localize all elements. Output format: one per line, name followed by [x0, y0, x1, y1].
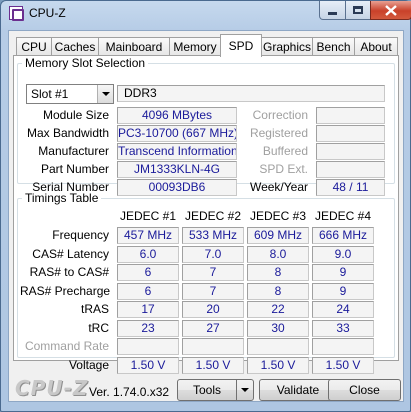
timing-cell: 8 [247, 282, 309, 300]
timing-row-label: RAS# to CAS# [29, 265, 109, 279]
timing-cell: 33 [312, 319, 374, 337]
timing-cell: 9.0 [312, 245, 374, 263]
close-button[interactable]: Close [328, 379, 401, 401]
timings-column-header: JEDEC #3 [249, 209, 307, 223]
max-bandwidth-label: Max Bandwidth [26, 126, 109, 140]
memory-type-field: DDR3 [117, 85, 385, 102]
timing-cell: 457 MHz [117, 227, 179, 244]
cpuz-app-icon [9, 6, 24, 21]
timings-group-title: Timings Table [25, 191, 99, 205]
window-title: CPU-Z [29, 6, 66, 20]
cpuz-logo: CPU-Z [15, 376, 89, 400]
timing-cell [312, 338, 374, 355]
tools-button[interactable]: Tools [177, 379, 254, 401]
timing-row-label: Command Rate [24, 339, 109, 353]
timing-cell: 23 [117, 319, 179, 337]
spd-panel: Memory Slot Selection Slot #1 DDR3 Modul… [13, 55, 399, 374]
tools-button-label: Tools [192, 383, 221, 397]
tab-spd[interactable]: SPD [220, 34, 262, 57]
timing-cell: 22 [247, 301, 309, 318]
maximize-button[interactable] [345, 1, 371, 20]
timing-cell: 8 [247, 264, 309, 281]
spd-ext-value [316, 161, 385, 178]
timing-cell: 8.0 [247, 245, 309, 263]
correction-value [316, 107, 385, 124]
timing-row-label: tRC [88, 320, 109, 335]
title-bar[interactable]: CPU-Z [1, 1, 411, 27]
timings-column-header: JEDEC #2 [184, 209, 242, 223]
timing-row-label: CAS# Latency [32, 246, 109, 261]
timing-cell: 533 MHz [182, 227, 244, 244]
timing-cell: 1.50 V [182, 356, 244, 374]
client-area: CPU Caches Mainboard Memory SPD Graphics… [8, 30, 404, 402]
chevron-down-icon [241, 388, 249, 392]
validate-button[interactable]: Validate [259, 379, 337, 401]
cpuz-window: CPU-Z CPU Caches Mainboard Memory SPD Gr… [0, 0, 411, 412]
spd-ext-label: SPD Ext. [259, 162, 308, 176]
minimize-button[interactable] [319, 1, 346, 20]
buffered-value [316, 143, 385, 160]
timing-cell: 9 [312, 282, 374, 300]
timing-cell: 666 MHz [312, 227, 374, 244]
timing-cell: 9 [312, 264, 374, 281]
memory-slot-group-title: Memory Slot Selection [25, 56, 146, 70]
timing-cell: 7 [182, 282, 244, 300]
timing-cell: 1.50 V [117, 356, 179, 374]
timings-column-header: JEDEC #1 [119, 209, 177, 223]
registered-value [316, 125, 385, 142]
manufacturer-label: Manufacturer [38, 144, 109, 158]
minimize-icon [328, 11, 337, 15]
timing-row-label: RAS# Precharge [20, 283, 111, 298]
part-number-label: Part Number [40, 162, 109, 176]
timing-cell: 30 [247, 319, 309, 337]
registered-label: Registered [249, 126, 308, 140]
timings-column-header: JEDEC #4 [314, 209, 372, 223]
timing-cell: 1.50 V [312, 356, 374, 374]
buffered-label: Buffered [262, 144, 308, 158]
manufacturer-value: Transcend Information [117, 143, 237, 160]
tools-dropdown-arrow[interactable] [236, 380, 253, 400]
timing-cell: 609 MHz [247, 227, 309, 244]
tab-graphics[interactable]: Graphics [261, 37, 313, 57]
timing-row-label: tRAS [80, 302, 109, 316]
slot-dropdown-value: Slot #1 [31, 87, 69, 101]
close-window-button[interactable] [370, 1, 411, 20]
timing-row-label: Frequency [52, 228, 109, 242]
timing-cell: 7.0 [182, 245, 244, 263]
tab-cpu[interactable]: CPU [16, 37, 52, 57]
slot-dropdown[interactable]: Slot #1 [26, 84, 114, 104]
timing-cell: 6 [117, 282, 179, 300]
tab-bench[interactable]: Bench [312, 37, 355, 57]
version-label: Ver. 1.74.0.x32 [89, 385, 170, 399]
part-number-value: JM1333KLN-4G [117, 161, 237, 178]
close-icon [385, 4, 397, 16]
correction-label: Correction [252, 108, 308, 122]
chevron-down-icon[interactable] [97, 85, 113, 103]
timing-cell: 6.0 [117, 245, 179, 263]
memory-slot-group: Memory Slot Selection Slot #1 DDR3 Modul… [17, 56, 395, 196]
tab-mainboard[interactable]: Mainboard [98, 37, 170, 57]
module-size-label: Module Size [42, 108, 109, 122]
tab-about[interactable]: About [354, 37, 398, 57]
tab-caches[interactable]: Caches [51, 37, 99, 57]
timing-cell: 17 [117, 301, 179, 318]
timing-cell: 27 [182, 319, 244, 337]
timing-cell [247, 338, 309, 355]
timing-cell: 20 [182, 301, 244, 318]
timing-row-label: Voltage [68, 357, 109, 372]
timing-cell: 1.50 V [247, 356, 309, 374]
timing-cell [182, 338, 244, 355]
maximize-icon [353, 6, 363, 14]
timing-cell: 6 [117, 264, 179, 281]
tab-memory[interactable]: Memory [169, 37, 221, 57]
timing-cell: 7 [182, 264, 244, 281]
module-size-value: 4096 MBytes [117, 107, 237, 124]
max-bandwidth-value: PC3-10700 (667 MHz) [117, 125, 237, 142]
timings-group: Timings Table JEDEC #1 JEDEC #2 JEDEC #3… [17, 191, 395, 374]
timing-cell [117, 338, 179, 355]
timing-cell: 24 [312, 301, 374, 318]
